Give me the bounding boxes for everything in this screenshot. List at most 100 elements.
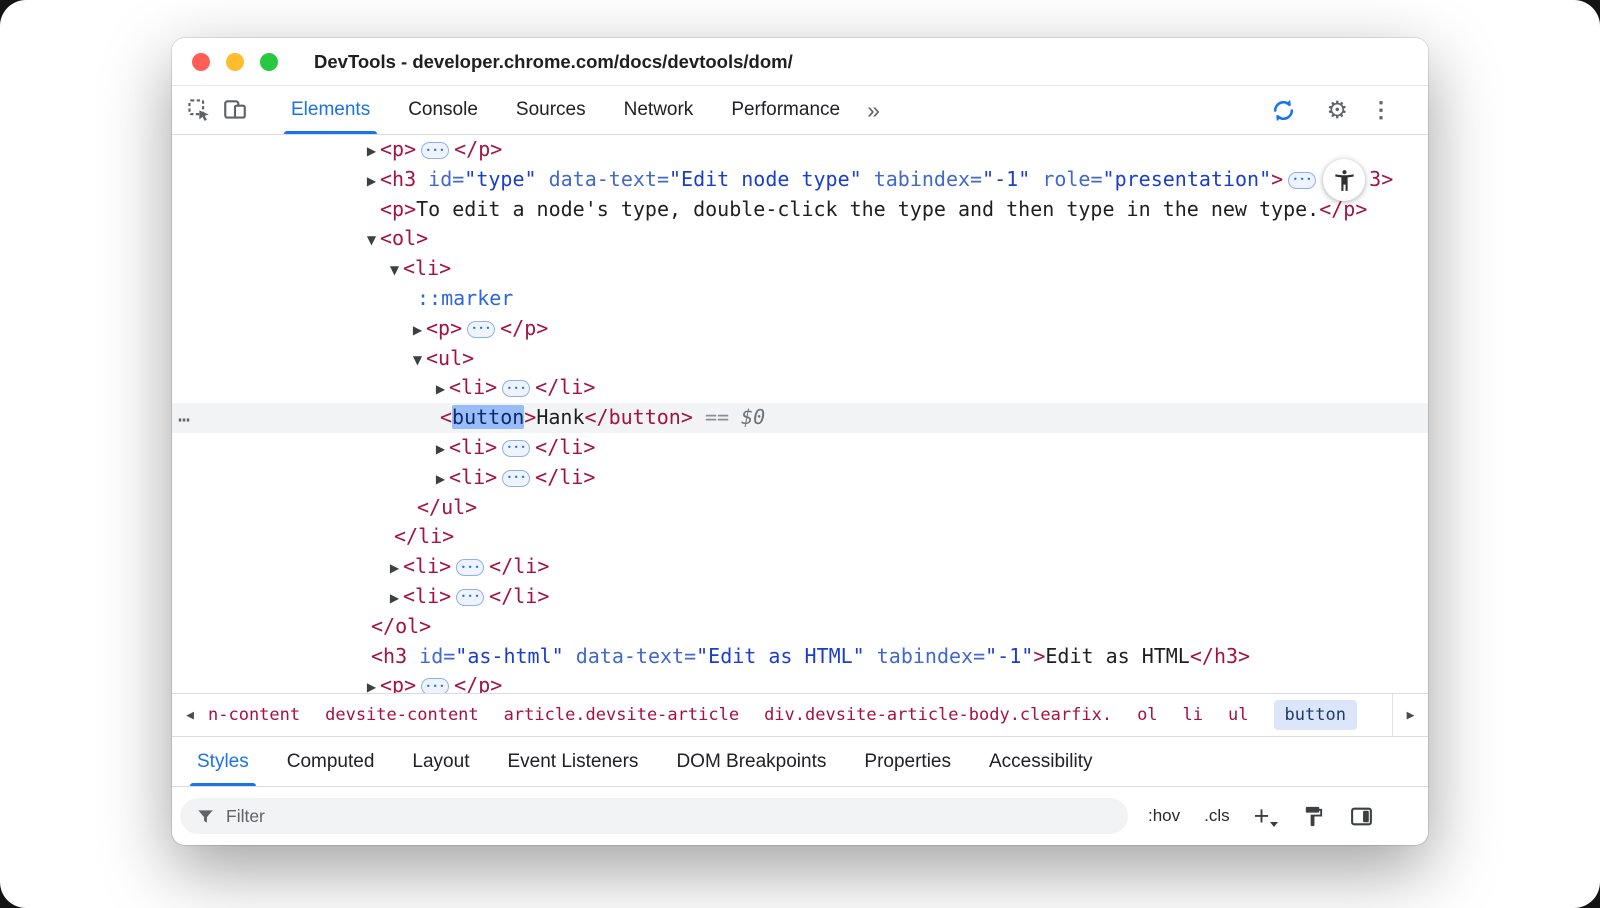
token-av: "Edit as HTML" [696,644,865,668]
h3-type-node-row[interactable]: ▶<h3 id="type" data-text="Edit node type… [172,165,1428,195]
tab-elements[interactable]: Elements [272,86,389,134]
sidebar-tab-event-listeners[interactable]: Event Listeners [488,737,657,786]
sidebar-tab-dom-breakpoints[interactable]: DOM Breakpoints [657,737,845,786]
toggle-classes-button[interactable]: .cls [1204,806,1230,826]
breadcrumb-item-button[interactable]: button [1274,700,1357,730]
inspect-element-icon[interactable] [184,95,214,125]
collapsed-content-ellipsis-badge[interactable]: ••• [421,142,449,159]
toggle-element-state-button[interactable]: :hov [1148,806,1180,826]
dom-tree-row[interactable]: ▶<p>•••</p> [172,671,1428,693]
token-tag: <ol> [380,226,428,250]
sync-extension-icon[interactable] [1268,95,1298,125]
dom-tree-row[interactable]: ▶<p>•••</p> [172,135,1428,165]
expand-arrow-closed-icon[interactable]: ▶ [363,137,380,167]
sidebar-tabs: StylesComputedLayoutEvent ListenersDOM B… [172,736,1428,786]
breadcrumb-scroll-right-icon[interactable]: ▶ [1392,694,1428,736]
collapsed-content-ellipsis-badge[interactable]: ••• [467,321,495,338]
minimize-window-button[interactable] [226,53,244,71]
tab-performance[interactable]: Performance [712,86,859,134]
sidebar-tab-accessibility[interactable]: Accessibility [970,737,1111,786]
breadcrumb-item-li[interactable]: li [1183,705,1203,725]
dom-tree-row[interactable]: </li> [172,522,1428,552]
h3-as-html-node-row[interactable]: <h3 id="as-html" data-text="Edit as HTML… [172,642,1428,672]
dom-tree-row[interactable]: ▼<ul> [172,344,1428,374]
collapsed-content-ellipsis-badge[interactable]: ••• [502,380,530,397]
dom-tree-row[interactable]: ▼<li> [172,254,1428,284]
zoom-window-button[interactable] [260,53,278,71]
token-tag: </li> [489,554,549,578]
expand-arrow-open-icon[interactable]: ▼ [386,256,403,286]
token-tag: <p> [380,197,416,221]
collapsed-content-ellipsis-badge[interactable]: ••• [456,559,484,576]
dom-tree: ▶<p>•••</p>▶<h3 id="type" data-text="Edi… [172,135,1428,693]
dom-tree-row[interactable]: ▶<li>•••</li> [172,582,1428,612]
kebab-menu-icon[interactable]: ⋮ [1370,99,1392,121]
breadcrumb-scroll-left-icon[interactable]: ◀ [172,694,208,736]
expand-arrow-closed-icon[interactable]: ▶ [386,554,403,584]
expand-arrow-closed-icon[interactable]: ▶ [432,375,449,405]
marker-pseudo-row[interactable]: ::marker [172,284,1428,314]
token-tag: <h3 [371,644,419,668]
tab-console[interactable]: Console [389,86,497,134]
token-tag: </li> [535,435,595,459]
dom-tree-row[interactable]: </ol> [172,612,1428,642]
dom-tree-row[interactable]: ▶<p>•••</p> [172,314,1428,344]
collapsed-content-ellipsis-badge[interactable]: ••• [502,470,530,487]
dom-tree-row[interactable]: ▶<li>•••</li> [172,433,1428,463]
expand-arrow-closed-icon[interactable]: ▶ [386,584,403,614]
expand-arrow-closed-icon[interactable]: ▶ [363,167,380,197]
sidebar-tab-properties[interactable]: Properties [845,737,970,786]
row-overflow-dots-icon[interactable]: … [178,401,190,431]
collapsed-content-ellipsis-badge[interactable]: ••• [421,678,449,693]
sidebar-dock-toggle-icon[interactable] [1349,804,1374,829]
settings-gear-icon[interactable]: ⚙ [1326,98,1348,122]
breadcrumb-item-div-devsite-article-body-clearfix[interactable]: div.devsite-article-body.clearfix. [764,705,1112,725]
dom-tree-row[interactable]: ▶<li>•••</li> [172,552,1428,582]
sidebar-tab-styles[interactable]: Styles [178,737,268,786]
expand-arrow-closed-icon[interactable]: ▶ [363,673,380,693]
sidebar-tab-computed[interactable]: Computed [268,737,394,786]
devtools-toolbar: ElementsConsoleSourcesNetworkPerformance… [172,86,1428,135]
collapsed-content-ellipsis-badge[interactable]: ••• [456,589,484,606]
token-tag: <li> [449,465,497,489]
device-toolbar-icon[interactable] [220,95,250,125]
token-tag: 3> [1369,167,1393,191]
token-tag: > [1271,167,1283,191]
token-an: id= [419,644,455,668]
dom-tree-row[interactable]: ▶<li>•••</li> [172,373,1428,403]
dom-tree-row[interactable]: ▼<ol> [172,224,1428,254]
expand-arrow-open-icon[interactable]: ▼ [363,226,380,256]
more-tabs-icon[interactable]: » [867,99,880,122]
close-window-button[interactable] [192,53,210,71]
breadcrumb-items: n-content devsite-content article.devsite-… [208,700,1357,730]
breadcrumb-item-article-devsite-article[interactable]: article.devsite-article [504,705,739,725]
selected-button-node-row[interactable]: …<button>Hank</button> == $0 [172,403,1428,433]
token-tag: </ul> [417,495,477,519]
tab-sources[interactable]: Sources [497,86,605,134]
token-an: tabindex= [874,167,982,191]
breadcrumb-item-ul[interactable]: ul [1228,705,1248,725]
expand-arrow-open-icon[interactable]: ▼ [409,346,426,376]
sidebar-tab-layout[interactable]: Layout [393,737,488,786]
collapsed-content-ellipsis-badge[interactable]: ••• [502,440,530,457]
filter-input[interactable] [226,806,1112,827]
filter-field[interactable] [180,798,1128,834]
breadcrumb-item-n-content[interactable]: n-content [208,705,300,725]
expand-arrow-closed-icon[interactable]: ▶ [432,435,449,465]
token-text: Edit as HTML [1045,644,1190,668]
collapsed-content-ellipsis-badge[interactable]: ••• [1288,172,1316,189]
styles-pane-controls: :hov .cls + [1148,803,1374,830]
p-text-node-row[interactable]: <p>To edit a node's type, double-click t… [172,195,1428,225]
breadcrumb-item-ol[interactable]: ol [1137,705,1157,725]
token-tag: </li> [535,375,595,399]
breadcrumb-item-devsite-content[interactable]: devsite-content [325,705,479,725]
expand-arrow-closed-icon[interactable]: ▶ [409,316,426,346]
dom-tree-row[interactable]: </ul> [172,493,1428,523]
plus-icon: + [1254,801,1270,831]
token-tag: </button> [585,405,693,429]
tab-network[interactable]: Network [605,86,713,134]
dom-tree-row[interactable]: ▶<li>•••</li> [172,463,1428,493]
expand-arrow-closed-icon[interactable]: ▶ [432,465,449,495]
new-style-rule-button[interactable]: + [1254,803,1279,830]
paint-brush-icon[interactable] [1302,805,1325,828]
